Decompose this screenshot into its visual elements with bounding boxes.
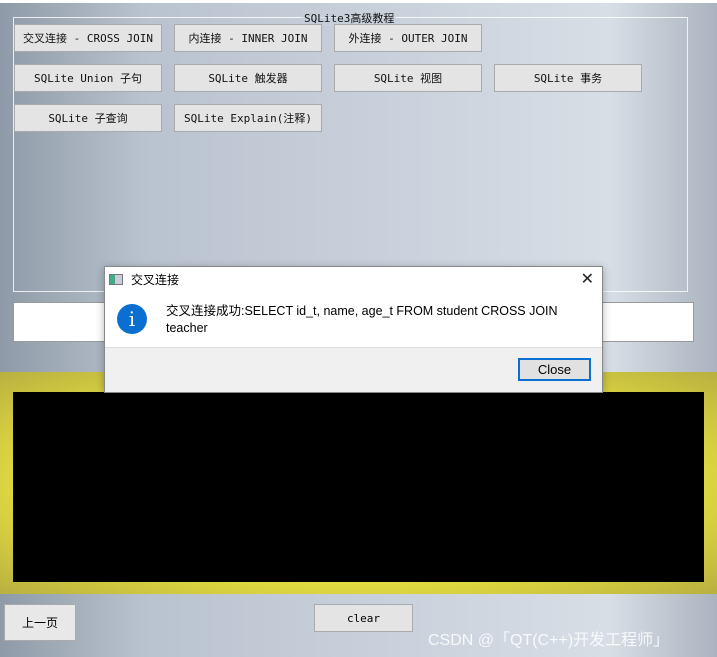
subquery-button[interactable]: SQLite 子查询	[14, 104, 162, 132]
cross-join-button[interactable]: 交叉连接 - CROSS JOIN	[14, 24, 162, 52]
tutorial-groupbox	[13, 17, 688, 292]
trigger-button[interactable]: SQLite 触发器	[174, 64, 322, 92]
window-top-edge	[0, 0, 717, 3]
outer-join-button[interactable]: 外连接 - OUTER JOIN	[334, 24, 482, 52]
dialog-title: 交叉连接	[131, 272, 180, 287]
previous-page-button[interactable]: 上一页	[4, 604, 76, 641]
window-icon	[109, 273, 123, 285]
info-icon: i	[117, 304, 147, 334]
dialog-titlebar: 交叉连接 ✕	[105, 267, 602, 291]
dialog-message: 交叉连接成功:SELECT id_t, name, age_t FROM stu…	[166, 304, 558, 335]
union-button[interactable]: SQLite Union 子句	[14, 64, 162, 92]
close-icon[interactable]: ✕	[581, 269, 594, 289]
inner-join-button[interactable]: 内连接 - INNER JOIN	[174, 24, 322, 52]
message-dialog: 交叉连接 ✕ i 交叉连接成功:SELECT id_t, name, age_t…	[104, 266, 603, 393]
watermark: CSDN @「QT(C++)开发工程师」	[428, 632, 670, 649]
output-area[interactable]	[13, 392, 704, 582]
explain-button[interactable]: SQLite Explain(注释)	[174, 104, 322, 132]
transaction-button[interactable]: SQLite 事务	[494, 64, 642, 92]
view-button[interactable]: SQLite 视图	[334, 64, 482, 92]
close-button[interactable]: Close	[518, 358, 591, 381]
clear-button[interactable]: clear	[314, 604, 413, 632]
